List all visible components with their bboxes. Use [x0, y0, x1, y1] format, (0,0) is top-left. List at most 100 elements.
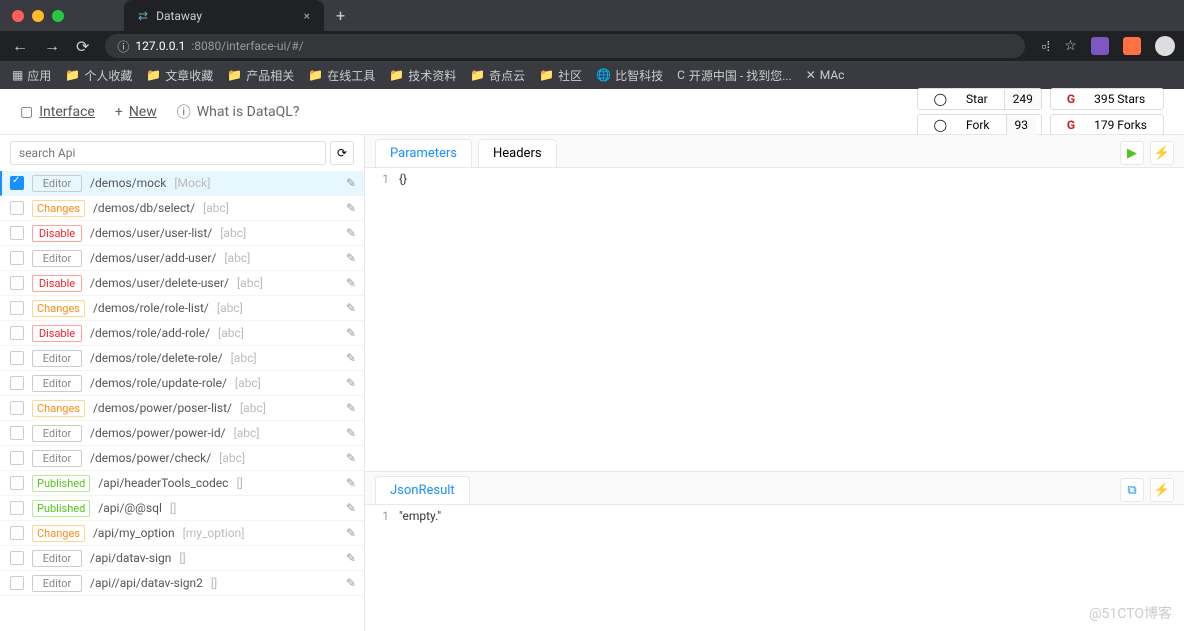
checkbox[interactable] — [10, 201, 24, 215]
checkbox[interactable] — [10, 276, 24, 290]
translate-icon[interactable]: ▫⁞ — [1041, 38, 1050, 55]
edit-icon[interactable]: ✎ — [346, 501, 356, 515]
copy-button[interactable]: ⧉ — [1120, 478, 1144, 502]
checkbox[interactable] — [10, 526, 24, 540]
api-row[interactable]: Changes /demos/db/select/ [abc] ✎ — [0, 196, 364, 221]
browser-tab[interactable]: ⇄ Dataway × — [124, 0, 324, 31]
api-row[interactable]: Editor /demos/power/power-id/ [abc] ✎ — [0, 421, 364, 446]
result-editor[interactable]: 1 "empty." — [365, 504, 1184, 631]
refresh-button[interactable]: ⟳ — [330, 141, 354, 165]
checkbox[interactable] — [10, 176, 24, 190]
bookmark-item[interactable]: 📁奇点云 — [470, 67, 525, 84]
api-row[interactable]: Changes /demos/role/role-list/ [abc] ✎ — [0, 296, 364, 321]
checkbox[interactable] — [10, 251, 24, 265]
edit-icon[interactable]: ✎ — [346, 426, 356, 440]
checkbox[interactable] — [10, 376, 24, 390]
address-bar[interactable]: ⓘ 127.0.0.1:8080/interface-ui/#/ — [105, 34, 1025, 58]
checkbox[interactable] — [10, 451, 24, 465]
bookmark-item[interactable]: ▦应用 — [12, 67, 51, 84]
github-star-badge[interactable]: ◯Star 249 — [917, 88, 1042, 110]
api-row[interactable]: Editor /api//api/datav-sign2 [] ✎ — [0, 571, 364, 596]
new-link[interactable]: + New — [115, 104, 157, 120]
new-tab-button[interactable]: + — [336, 6, 345, 25]
close-window-icon[interactable] — [12, 10, 24, 22]
parameters-editor[interactable]: 1 {} — [365, 167, 1184, 471]
extension-2-icon[interactable] — [1123, 37, 1141, 55]
edit-icon[interactable]: ✎ — [346, 251, 356, 265]
close-tab-icon[interactable]: × — [304, 9, 310, 23]
run-button[interactable]: ▶ — [1120, 141, 1144, 165]
checkbox[interactable] — [10, 501, 24, 515]
api-row[interactable]: Editor /demos/power/check/ [abc] ✎ — [0, 446, 364, 471]
edit-icon[interactable]: ✎ — [346, 476, 356, 490]
checkbox[interactable] — [10, 476, 24, 490]
api-row[interactable]: Editor /demos/user/add-user/ [abc] ✎ — [0, 246, 364, 271]
edit-icon[interactable]: ✎ — [346, 526, 356, 540]
checkbox[interactable] — [10, 551, 24, 565]
reload-button[interactable]: ⟳ — [76, 37, 89, 56]
maximize-window-icon[interactable] — [52, 10, 64, 22]
bookmark-item[interactable]: 📁社区 — [539, 67, 582, 84]
edit-icon[interactable]: ✎ — [346, 351, 356, 365]
back-button[interactable]: ← — [12, 36, 28, 56]
forward-button[interactable]: → — [44, 36, 60, 56]
edit-icon[interactable]: ✎ — [346, 276, 356, 290]
gitee-fork-badge[interactable]: G179 Forks — [1050, 114, 1164, 136]
bookmark-item[interactable]: 📁个人收藏 — [65, 67, 132, 84]
bookmark-item[interactable]: 📁文章收藏 — [146, 67, 213, 84]
site-info-icon[interactable]: ⓘ — [117, 38, 129, 55]
gitee-star-badge[interactable]: G395 Stars — [1050, 88, 1164, 110]
edit-icon[interactable]: ✎ — [346, 401, 356, 415]
bookmark-item[interactable]: 📁在线工具 — [308, 67, 375, 84]
tab-headers[interactable]: Headers — [478, 139, 557, 167]
bookmark-star-icon[interactable]: ☆ — [1064, 38, 1077, 54]
checkbox[interactable] — [10, 226, 24, 240]
api-row[interactable]: Published /api/headerTools_codec [] ✎ — [0, 471, 364, 496]
bookmark-item[interactable]: 📁产品相关 — [227, 67, 294, 84]
edit-icon[interactable]: ✎ — [346, 451, 356, 465]
window-controls[interactable] — [12, 10, 64, 22]
code-content[interactable]: "empty." — [395, 505, 1184, 631]
edit-icon[interactable]: ✎ — [346, 576, 356, 590]
api-row[interactable]: Changes /api/my_option [my_option] ✎ — [0, 521, 364, 546]
github-fork-badge[interactable]: ◯Fork 93 — [917, 114, 1042, 136]
edit-icon[interactable]: ✎ — [346, 176, 356, 190]
bookmark-item[interactable]: 🌐比智科技 — [596, 67, 663, 84]
edit-icon[interactable]: ✎ — [346, 226, 356, 240]
edit-icon[interactable]: ✎ — [346, 301, 356, 315]
search-input[interactable] — [10, 141, 326, 165]
api-row[interactable]: Disable /demos/user/delete-user/ [abc] ✎ — [0, 271, 364, 296]
tab-jsonresult[interactable]: JsonResult — [375, 476, 470, 504]
api-row[interactable]: Editor /api/datav-sign [] ✎ — [0, 546, 364, 571]
code-content[interactable]: {} — [395, 168, 1184, 471]
api-row[interactable]: Editor /demos/role/delete-role/ [abc] ✎ — [0, 346, 364, 371]
api-row[interactable]: Disable /demos/user/user-list/ [abc] ✎ — [0, 221, 364, 246]
tab-parameters[interactable]: Parameters — [375, 139, 472, 167]
checkbox[interactable] — [10, 401, 24, 415]
checkbox[interactable] — [10, 351, 24, 365]
api-extra: [abc] — [220, 226, 246, 240]
extension-1-icon[interactable] — [1091, 37, 1109, 55]
edit-icon[interactable]: ✎ — [346, 551, 356, 565]
minimize-window-icon[interactable] — [32, 10, 44, 22]
profile-avatar[interactable] — [1155, 36, 1175, 56]
edit-icon[interactable]: ✎ — [346, 326, 356, 340]
api-row[interactable]: Editor /demos/mock [Mock] ✎ — [0, 171, 364, 196]
api-row[interactable]: Published /api/@@sql [] ✎ — [0, 496, 364, 521]
checkbox[interactable] — [10, 426, 24, 440]
bookmark-item[interactable]: ✕MAc — [806, 68, 845, 82]
checkbox[interactable] — [10, 326, 24, 340]
interface-link[interactable]: ▢ Interface — [20, 104, 95, 120]
api-row[interactable]: Disable /demos/role/add-role/ [abc] ✎ — [0, 321, 364, 346]
checkbox[interactable] — [10, 301, 24, 315]
bookmark-item[interactable]: C开源中国 - 找到您... — [677, 67, 792, 84]
api-row[interactable]: Editor /demos/role/update-role/ [abc] ✎ — [0, 371, 364, 396]
checkbox[interactable] — [10, 576, 24, 590]
edit-icon[interactable]: ✎ — [346, 201, 356, 215]
edit-icon[interactable]: ✎ — [346, 376, 356, 390]
api-row[interactable]: Changes /demos/power/poser-list/ [abc] ✎ — [0, 396, 364, 421]
action-button[interactable]: ⚡ — [1150, 141, 1174, 165]
bookmark-item[interactable]: 📁技术资料 — [389, 67, 456, 84]
whatis-link[interactable]: ⓘ What is DataQL? — [177, 102, 300, 122]
result-action-button[interactable]: ⚡ — [1150, 478, 1174, 502]
